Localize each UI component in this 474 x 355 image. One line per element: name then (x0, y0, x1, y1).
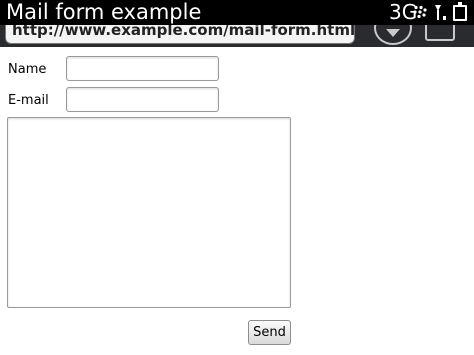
url-field[interactable]: http://www.example.com/mail-form.html (5, 25, 355, 44)
battery-icon (453, 2, 467, 21)
name-label: Name (8, 62, 47, 77)
send-button[interactable]: Send (248, 320, 291, 345)
email-label: E-mail (8, 93, 49, 108)
name-field[interactable] (66, 56, 219, 81)
blackberry-logo-icon (413, 5, 427, 19)
browser-toolbar: http://www.example.com/mail-form.html (0, 25, 474, 47)
tabs-icon[interactable] (425, 25, 455, 41)
go-icon[interactable] (374, 25, 412, 45)
signal-strength-icon (435, 5, 446, 20)
status-bar: Mail form example 3G (0, 0, 474, 25)
email-field[interactable] (66, 87, 219, 112)
mail-form: Name E-mail Send (0, 47, 474, 355)
message-textarea[interactable] (7, 117, 291, 308)
window-title: Mail form example (6, 0, 202, 24)
